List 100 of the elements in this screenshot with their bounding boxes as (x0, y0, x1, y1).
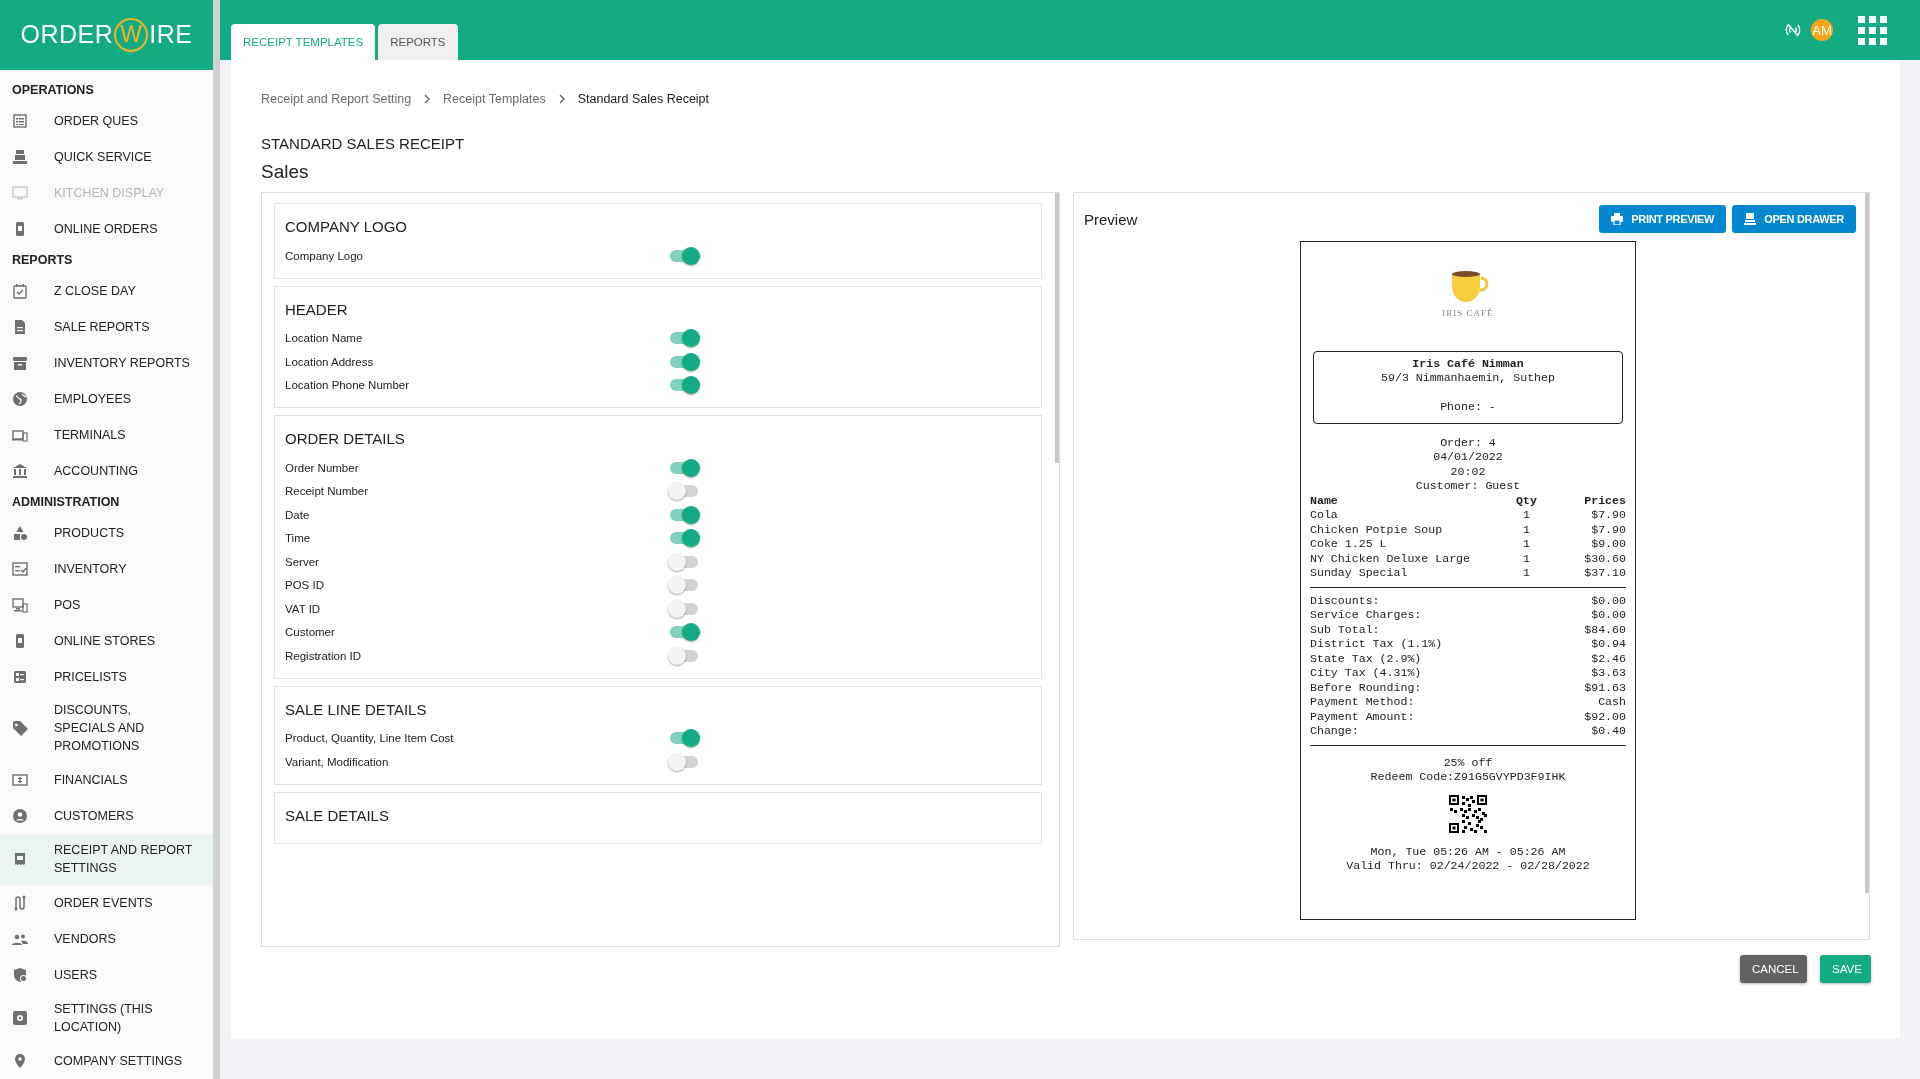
toggle-switch[interactable] (670, 579, 698, 592)
sidebar-item[interactable]: ORDER EVENTS (0, 884, 213, 921)
option-label: Date (285, 508, 311, 521)
total-value: $91.63 (1584, 680, 1626, 695)
toggle-switch[interactable] (670, 602, 698, 615)
toggle-switch[interactable] (670, 755, 698, 768)
column-header: Prices (1583, 493, 1626, 508)
card-title: ORDER DETAILS (285, 430, 406, 449)
sidebar-item[interactable]: FINANCIALS (0, 762, 213, 798)
sidebar-item[interactable]: CUSTOMERS (0, 798, 213, 834)
store-address: 59/3 Nimmanhaemin, Suthep (1380, 371, 1556, 386)
item-price: $7.90 (1590, 508, 1626, 523)
option-label: POS ID (285, 579, 325, 592)
section-heading: REPORTS (11, 251, 74, 269)
receipt-icon (12, 851, 28, 868)
order-info: 20:02 (1449, 464, 1487, 479)
item-quantity: 1 (1521, 508, 1531, 523)
toggle-switch[interactable] (670, 626, 698, 639)
dollar-bill-icon (12, 772, 28, 788)
toggle-switch[interactable] (670, 332, 698, 345)
sidebar-item[interactable]: PRICELISTS (0, 658, 213, 695)
sidebar-item[interactable]: USERS (0, 956, 213, 993)
total-label: Before Rounding: (1310, 680, 1422, 695)
section-subtitle: Sales (261, 161, 310, 183)
location-pin-icon (12, 1053, 28, 1069)
total-value: $3.63 (1591, 666, 1626, 681)
item-name: Chicken Potpie Soup (1310, 522, 1444, 537)
option-label: Customer (285, 626, 336, 639)
toggle-switch[interactable] (670, 555, 698, 568)
option-label: Location Phone Number (285, 379, 411, 392)
toggle-switch[interactable] (670, 355, 698, 368)
toggle-switch[interactable] (670, 532, 698, 545)
toggle-switch[interactable] (670, 732, 698, 745)
toggle-switch[interactable] (670, 461, 698, 474)
item-name: Cola (1310, 508, 1339, 523)
sidebar-item[interactable]: ACCOUNTING (0, 452, 213, 489)
scrollbar[interactable] (1055, 193, 1059, 463)
sidebar-item[interactable]: INVENTORY (0, 550, 213, 587)
cancel-button[interactable]: CANCEL (1740, 955, 1807, 983)
breadcrumb-link[interactable]: Receipt Templates (443, 92, 546, 106)
document-icon (12, 318, 28, 335)
section-heading: OPERATIONS (11, 81, 95, 99)
total-value: $0.00 (1591, 593, 1626, 608)
toggle-switch[interactable] (670, 508, 698, 521)
sidebar-item[interactable]: SETTINGS (THIS LOCATION) (0, 992, 213, 1043)
total-label: Payment Method: (1310, 695, 1415, 710)
sidebar-item[interactable]: COMPANY SETTINGS (0, 1043, 213, 1079)
chevron-right-icon (557, 94, 566, 104)
option-label: Product, Quantity, Line Item Cost (285, 732, 455, 745)
total-value: $92.00 (1584, 709, 1626, 724)
breadcrumb-link[interactable]: Receipt and Report Setting (261, 92, 412, 106)
toggle-switch[interactable] (670, 649, 698, 662)
sidebar-item[interactable]: EMPLOYEES (0, 380, 213, 417)
scrollbar[interactable] (1865, 193, 1869, 893)
total-label: Change: (1310, 724, 1359, 739)
print-preview-button[interactable]: PRINT PREVIEW (1599, 205, 1727, 233)
qr-code-icon (1449, 794, 1487, 833)
sidebar-item[interactable]: Z CLOSE DAY (0, 272, 213, 309)
globe-icon (12, 390, 28, 407)
toggle-switch[interactable] (670, 379, 698, 392)
total-value: $0.40 (1591, 724, 1626, 739)
item-name: NY Chicken Deluxe Large (1310, 551, 1472, 566)
apps-grid-icon[interactable] (1858, 15, 1887, 45)
sidebar-item[interactable]: ORDER QUES (0, 102, 213, 139)
monitor-icon (12, 184, 28, 201)
page-title: STANDARD SALES RECEIPT (261, 135, 466, 152)
tab[interactable]: REPORTS (378, 24, 458, 60)
total-label: Payment Amount: (1310, 709, 1415, 724)
sidebar-item[interactable]: TERMINALS (0, 416, 213, 453)
signal-off-icon (1785, 22, 1801, 38)
toggle-switch[interactable] (670, 485, 698, 498)
sidebar-item[interactable]: POS (0, 586, 213, 623)
shapes-icon (12, 524, 28, 541)
sidebar-item[interactable]: PRODUCTS (0, 514, 213, 551)
sidebar-item[interactable]: INVENTORY REPORTS (0, 344, 213, 381)
sidebar-item[interactable]: SALE REPORTS (0, 308, 213, 345)
open-drawer-button[interactable]: OPEN DRAWER (1732, 205, 1856, 233)
item-name: Sunday Special (1310, 566, 1409, 581)
store-name: Iris Café Nimman (1411, 356, 1525, 371)
option-label: Server (285, 555, 320, 568)
item-price: $37.10 (1583, 566, 1626, 581)
option-label: Registration ID (285, 649, 363, 662)
sidebar-item[interactable]: RECEIPT AND REPORT SETTINGS (0, 834, 213, 885)
sidebar-item[interactable]: ONLINE STORES (0, 622, 213, 659)
cash-register-icon (12, 148, 28, 165)
total-value: Cash (1598, 695, 1626, 710)
sidebar-item[interactable]: QUICK SERVICE (0, 138, 213, 175)
toggle-switch[interactable] (670, 249, 698, 262)
sidebar-item[interactable]: DISCOUNTS, SPECIALS AND PROMOTIONS (0, 694, 213, 762)
sidebar-item[interactable]: ONLINE ORDERS (0, 210, 213, 247)
total-label: Discounts: (1310, 593, 1380, 608)
sidebar-item[interactable]: VENDORS (0, 920, 213, 957)
gear-icon (12, 1009, 28, 1026)
option-label: Company Logo (285, 249, 364, 262)
item-quantity: 1 (1521, 566, 1531, 581)
card-title: SALE DETAILS (285, 806, 390, 826)
shield-user-icon (12, 966, 28, 983)
validity-text: Mon, Tue 05:26 AM - 05:26 AM (1369, 844, 1567, 859)
tag-icon (12, 720, 28, 737)
total-label: Sub Total: (1310, 622, 1380, 637)
